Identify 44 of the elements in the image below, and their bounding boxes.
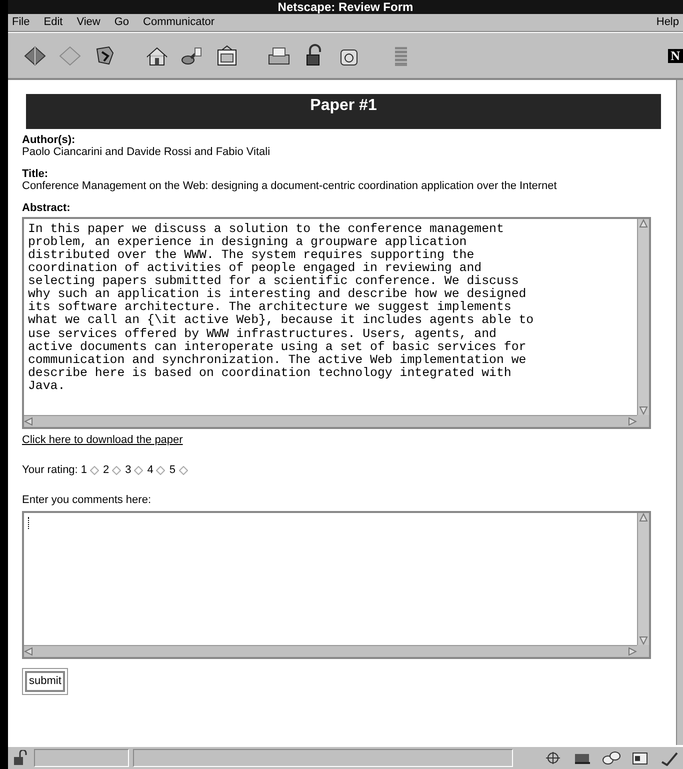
comments-textarea[interactable] [22, 510, 651, 659]
security-icon[interactable] [12, 750, 28, 766]
logo-icon: N [668, 48, 683, 62]
scroll-down-icon[interactable] [639, 636, 648, 645]
abstract-textarea[interactable] [22, 216, 651, 429]
back-icon[interactable] [22, 44, 48, 68]
menu-item[interactable]: Communicator [143, 14, 215, 31]
download-link[interactable]: Click here to download the paper [22, 434, 183, 446]
window-title: Netscape: Review Form [8, 0, 683, 14]
rating-label: Your rating: [22, 464, 79, 476]
menu-item[interactable]: File [12, 14, 30, 31]
page-heading: Paper #1 [26, 94, 661, 129]
radio-button[interactable] [134, 466, 144, 475]
text-cursor-icon [28, 516, 29, 529]
rating-option-label: 1 [80, 464, 88, 476]
scroll-left-icon[interactable] [24, 646, 33, 656]
rating-option-label: 3 [125, 464, 132, 476]
menu-item[interactable]: Help [656, 14, 679, 31]
submit-button[interactable]: submit [25, 670, 66, 692]
rating-option-label: 2 [103, 464, 110, 476]
scroll-left-icon[interactable] [24, 416, 33, 426]
field-label: Abstract: [22, 202, 72, 214]
radio-button[interactable] [178, 466, 188, 475]
menu-item[interactable]: Go [114, 14, 130, 31]
field-label: Title: [22, 168, 50, 180]
field-value: Conference Management on the Web: designing a document-centric coordination application over the Internet [22, 180, 558, 192]
comments-label: Enter you comments here: [22, 492, 152, 508]
abstract-text: In this paper we discuss a solution to the conference management problem, an experience in designing a groupware application distributed over the WWW. The system requires supporting the coordination of activities of people engaged in reviewing and selecting papers submitted for a scientific conference. We discuss why such an application is interesting and describe how we designed its software architecture. The architecture we suggest implements what we call an {\it active Web}, because it includes agents able to use services offered by WWW infrastructures. Users, agents, and active documents can interoperate using a set of basic services for communication and synchronization. The active Web implementation we describe here is based on coordination technology integrated with Java. [28, 222, 534, 393]
radio-button[interactable] [112, 466, 122, 475]
rating-option-label: 5 [169, 464, 176, 476]
vertical-scrollbar[interactable] [676, 80, 683, 745]
scroll-right-icon[interactable] [628, 646, 637, 656]
menu-item[interactable]: View [76, 14, 100, 31]
forward-icon[interactable] [57, 44, 83, 68]
scroll-up-icon[interactable] [639, 218, 648, 228]
menu-item[interactable]: Edit [44, 14, 63, 31]
field-label: Author(s): [22, 134, 76, 146]
scroll-right-icon[interactable] [628, 416, 637, 426]
radio-button[interactable] [90, 466, 100, 475]
scroll-down-icon[interactable] [639, 406, 648, 415]
rating-option-label: 4 [147, 464, 154, 476]
radio-button[interactable] [156, 466, 166, 475]
scroll-up-icon[interactable] [639, 512, 648, 522]
field-value: Paolo Ciancarini and Davide Rossi and Fabio Vitali [22, 146, 272, 158]
